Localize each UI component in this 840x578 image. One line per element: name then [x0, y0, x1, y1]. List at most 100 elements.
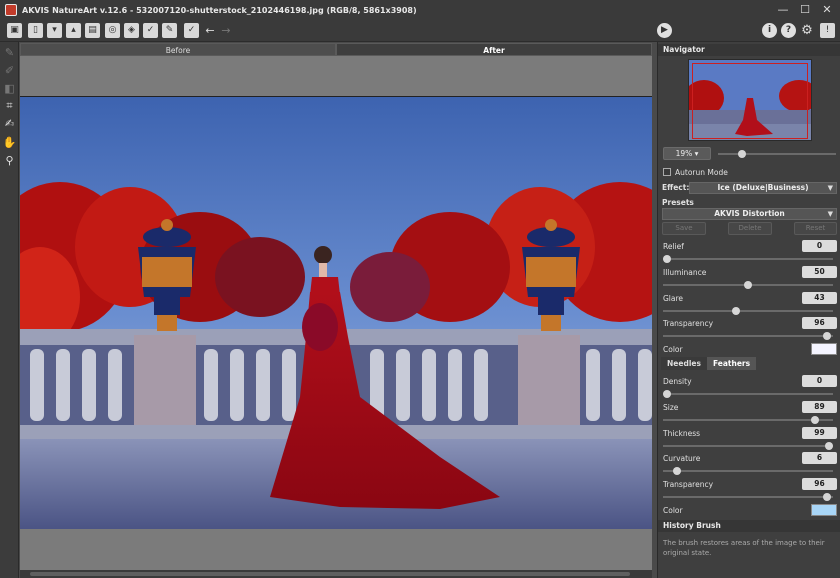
- feather-transparency-value[interactable]: 96: [802, 478, 837, 490]
- save-preset-button[interactable]: Save: [662, 222, 706, 235]
- app-logo-icon: [5, 4, 17, 16]
- tool-palette: ✎ ✐ ◧ ⌗ ✍ ✋ ⚲: [0, 42, 19, 578]
- zoom-slider[interactable]: [718, 150, 836, 158]
- thickness-slider-knob[interactable]: [825, 442, 833, 450]
- tab-before[interactable]: Before: [20, 43, 336, 56]
- color-label: Color: [663, 345, 683, 354]
- glare-value[interactable]: 43: [802, 292, 837, 304]
- scrollbar-thumb[interactable]: [30, 572, 630, 576]
- presets-dropdown[interactable]: AKVIS Distortion ▼: [662, 208, 837, 220]
- new-file-icon[interactable]: ▯: [28, 23, 43, 38]
- illuminance-slider-knob[interactable]: [744, 281, 752, 289]
- title-bar: AKVIS NatureArt v.12.6 - 532007120-shutt…: [0, 0, 840, 20]
- feather-transparency-slider[interactable]: [663, 493, 833, 501]
- effect-label: Effect:: [662, 183, 690, 192]
- size-label: Size: [663, 403, 679, 412]
- thickness-label: Thickness: [663, 429, 701, 438]
- view-tabs: Before After: [20, 43, 652, 56]
- image-canvas[interactable]: [20, 56, 652, 570]
- open-file-icon[interactable]: ▣: [7, 23, 22, 38]
- thickness-slider[interactable]: [663, 442, 833, 450]
- reset-preset-button[interactable]: Reset: [794, 222, 837, 235]
- tab-feathers[interactable]: Feathers: [706, 357, 757, 370]
- transparency-label: Transparency: [663, 319, 714, 328]
- export-icon[interactable]: ▴: [66, 23, 81, 38]
- redo-icon[interactable]: →: [219, 23, 233, 38]
- glare-label: Glare: [663, 294, 684, 303]
- crop-tool-icon[interactable]: ◧: [2, 81, 17, 96]
- thickness-value[interactable]: 99: [802, 427, 837, 439]
- curvature-slider-knob[interactable]: [673, 467, 681, 475]
- horizontal-scrollbar[interactable]: [20, 570, 652, 578]
- transparency-slider[interactable]: [663, 332, 833, 340]
- relief-label: Relief: [663, 242, 684, 251]
- transparency-value[interactable]: 96: [802, 317, 837, 329]
- close-icon[interactable]: ✕: [820, 3, 834, 17]
- share-icon[interactable]: ◎: [105, 23, 120, 38]
- print-icon[interactable]: ▤: [85, 23, 100, 38]
- history-brush-icon[interactable]: ✍: [2, 116, 17, 131]
- settings-icon[interactable]: ⚙: [800, 23, 814, 38]
- autorun-checkbox[interactable]: [663, 168, 671, 176]
- zoom-slider-knob[interactable]: [738, 150, 746, 158]
- minimize-icon[interactable]: —: [776, 3, 790, 17]
- tab-needles[interactable]: Needles: [661, 357, 707, 370]
- subtabs: Needles Feathers: [661, 357, 757, 370]
- density-value[interactable]: 0: [802, 375, 837, 387]
- illuminance-value[interactable]: 50: [802, 266, 837, 278]
- notify-icon[interactable]: !: [820, 23, 835, 38]
- batch-icon[interactable]: ◈: [124, 23, 139, 38]
- color-swatch[interactable]: [811, 343, 837, 355]
- crop-frame-icon[interactable]: ⌗: [2, 98, 17, 113]
- effect-dropdown[interactable]: Ice (Deluxe|Business) ▼: [689, 182, 837, 194]
- zoom-dropdown[interactable]: 19% ▾: [663, 147, 711, 160]
- feather-transparency-label: Transparency: [663, 480, 714, 489]
- pencil-tool-icon[interactable]: ✎: [2, 45, 17, 60]
- feather-color-swatch[interactable]: [811, 504, 837, 516]
- brush-icon[interactable]: ✓: [143, 23, 158, 38]
- delete-preset-button[interactable]: Delete: [728, 222, 772, 235]
- density-slider[interactable]: [663, 390, 833, 398]
- history-brush-header: History Brush: [658, 520, 840, 532]
- maximize-icon[interactable]: ☐: [798, 3, 812, 17]
- info-icon[interactable]: i: [762, 23, 777, 38]
- navigator-viewport-frame[interactable]: [692, 63, 808, 139]
- size-value[interactable]: 89: [802, 401, 837, 413]
- eraser-tool-icon[interactable]: ✐: [2, 63, 17, 78]
- history-icon[interactable]: ✓: [184, 23, 199, 38]
- density-slider-knob[interactable]: [663, 390, 671, 398]
- curvature-slider[interactable]: [663, 467, 833, 475]
- history-brush-hint: The brush restores areas of the image to…: [663, 539, 825, 557]
- relief-value[interactable]: 0: [802, 240, 837, 252]
- zoom-tool-icon[interactable]: ⚲: [2, 153, 17, 168]
- help-icon[interactable]: ?: [781, 23, 796, 38]
- density-label: Density: [663, 377, 692, 386]
- curvature-label: Curvature: [663, 454, 701, 463]
- processed-photo[interactable]: [20, 96, 652, 529]
- undo-icon[interactable]: ←: [203, 23, 217, 38]
- navigator-thumbnail[interactable]: [688, 59, 812, 141]
- tab-after[interactable]: After: [336, 43, 652, 56]
- glare-slider-knob[interactable]: [732, 307, 740, 315]
- edit-icon[interactable]: ✎: [162, 23, 177, 38]
- illuminance-slider[interactable]: [663, 281, 833, 289]
- settings-panel: Navigator 19% ▾ Autorun Mode Effect: Ice…: [657, 42, 840, 578]
- size-slider[interactable]: [663, 416, 833, 424]
- navigator-title: Navigator: [663, 45, 705, 54]
- transparency-slider-knob[interactable]: [823, 332, 831, 340]
- window-title: AKVIS NatureArt v.12.6 - 532007120-shutt…: [22, 5, 417, 15]
- run-icon[interactable]: ▶: [657, 23, 672, 38]
- history-brush-title: History Brush: [663, 521, 721, 530]
- size-slider-knob[interactable]: [811, 416, 819, 424]
- feather-transparency-slider-knob[interactable]: [823, 493, 831, 501]
- presets-title: Presets: [662, 198, 694, 207]
- hand-tool-icon[interactable]: ✋: [2, 135, 17, 150]
- feather-color-label: Color: [663, 506, 683, 515]
- relief-slider-knob[interactable]: [663, 255, 671, 263]
- relief-slider[interactable]: [663, 255, 833, 263]
- glare-slider[interactable]: [663, 307, 833, 315]
- autorun-label: Autorun Mode: [675, 168, 728, 177]
- illuminance-label: Illuminance: [663, 268, 707, 277]
- save-icon[interactable]: ▾: [47, 23, 62, 38]
- curvature-value[interactable]: 6: [802, 452, 837, 464]
